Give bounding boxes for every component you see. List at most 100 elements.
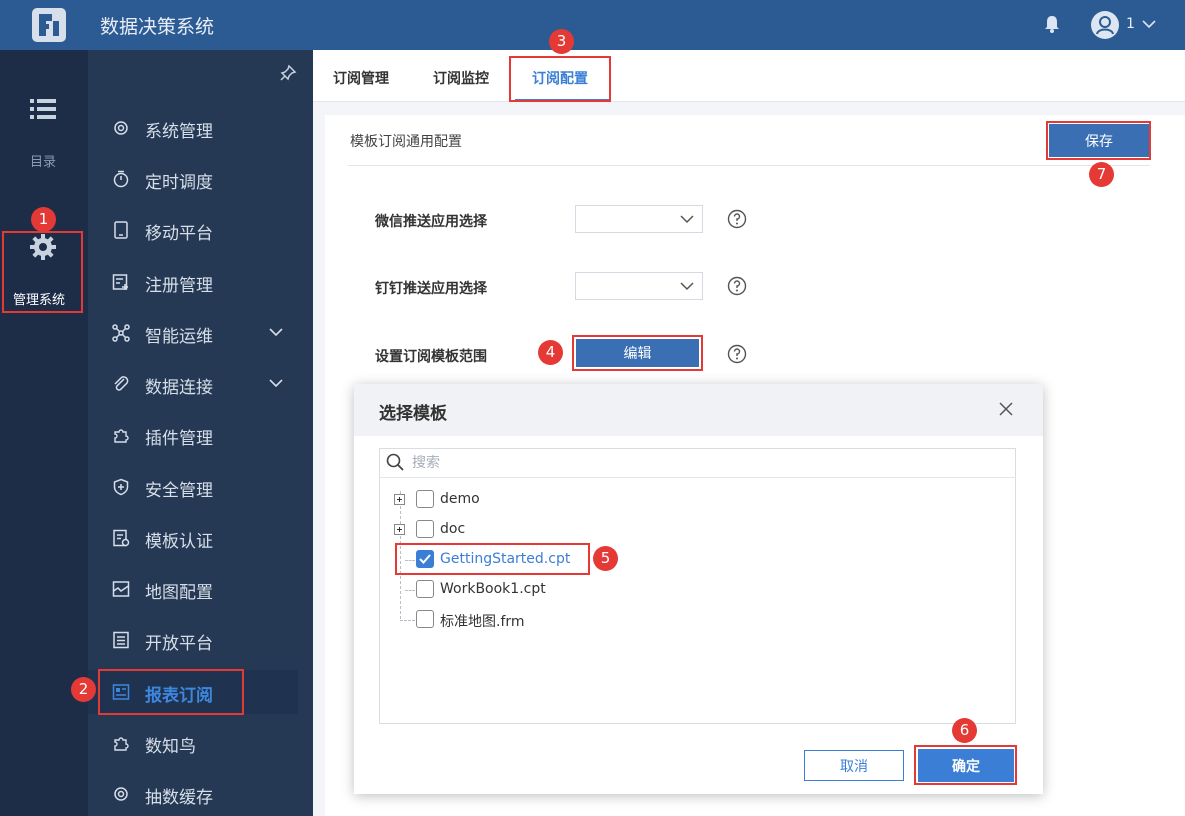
shield-icon xyxy=(113,478,129,496)
step-highlight-report-subscription xyxy=(98,669,244,715)
tree-checkbox[interactable] xyxy=(416,490,434,508)
tree-checkbox[interactable] xyxy=(416,520,434,538)
sidebar-item-label: 模板认证 xyxy=(145,532,213,552)
cancel-button[interactable]: 取消 xyxy=(804,750,904,781)
wechat-label: 微信推送应用选择 xyxy=(375,214,487,230)
dialog-title: 选择模板 xyxy=(379,404,447,424)
step-highlight-save xyxy=(1046,121,1151,160)
sidebar-item-label: 系统管理 xyxy=(145,122,213,142)
puzzle-icon xyxy=(114,737,129,751)
sidebar-item-shuzhiniao[interactable]: 数知鸟 xyxy=(88,721,313,765)
sidebar-item-schedule[interactable]: 定时调度 xyxy=(88,157,313,201)
sidebar-item-extract-cache[interactable]: 抽数缓存 xyxy=(88,772,313,816)
chevron-down-icon xyxy=(680,215,694,224)
sidebar-item-label: 移动平台 xyxy=(145,224,213,244)
step-highlight-node xyxy=(395,543,590,575)
pin-icon[interactable] xyxy=(279,64,297,82)
sidebar-item-mobile[interactable]: 移动平台 xyxy=(88,208,313,252)
tree-node-label: WorkBook1.cpt xyxy=(440,581,546,597)
sidebar-item-label: 地图配置 xyxy=(145,583,213,603)
sidebar-item-label: 数据连接 xyxy=(145,378,213,398)
step-highlight-edit xyxy=(572,335,703,371)
sidebar-item-system[interactable]: 系统管理 xyxy=(88,106,313,150)
sidebar-item-label: 定时调度 xyxy=(145,173,213,193)
chevron-down-icon xyxy=(269,379,283,388)
dingtalk-app-select[interactable] xyxy=(575,272,703,300)
gear-icon xyxy=(114,787,128,801)
help-icon[interactable] xyxy=(727,344,747,364)
sidebar-item-label: 插件管理 xyxy=(145,429,213,449)
chevron-down-icon xyxy=(269,328,283,337)
sidebar-item-label: 安全管理 xyxy=(145,481,213,501)
step-highlight-confirm xyxy=(914,745,1017,785)
sidebar-item-label: 注册管理 xyxy=(145,276,213,296)
network-icon xyxy=(112,324,130,342)
tab-subscription-monitor[interactable]: 订阅监控 xyxy=(433,68,489,88)
tree-node-doc[interactable]: doc xyxy=(394,519,594,541)
tree-node-standard-map[interactable]: 标准地图.frm xyxy=(394,609,594,631)
tree-checkbox[interactable] xyxy=(416,610,434,628)
scope-label: 设置订阅模板范围 xyxy=(375,349,487,365)
sidebar-item-data-connection[interactable]: 数据连接 xyxy=(88,362,313,406)
tree-node-demo[interactable]: demo xyxy=(394,489,594,511)
wechat-app-select[interactable] xyxy=(575,205,703,233)
sidebar-item-label: 智能运维 xyxy=(145,327,213,347)
step-badge-5: 5 xyxy=(593,546,618,571)
rail-manage-label: 管理系统 xyxy=(13,293,66,308)
step-badge-6: 6 xyxy=(952,718,977,743)
rail-menu-label[interactable]: 目录 xyxy=(30,151,56,170)
gear-icon xyxy=(30,234,56,260)
dingtalk-label: 钉钉推送应用选择 xyxy=(375,281,487,297)
sidebar-item-template-cert[interactable]: 模板认证 xyxy=(88,516,313,560)
gear-icon xyxy=(114,121,128,135)
tree-node-label: 标准地图.frm xyxy=(440,614,525,630)
tree-checkbox[interactable] xyxy=(416,580,434,598)
dialog-header xyxy=(354,384,1043,436)
help-icon[interactable] xyxy=(727,209,747,229)
close-icon[interactable] xyxy=(998,401,1014,417)
chevron-down-icon[interactable] xyxy=(1141,17,1157,31)
tree-node-label: doc xyxy=(440,521,466,537)
expand-plus-icon[interactable] xyxy=(394,524,405,535)
list-icon xyxy=(113,631,129,649)
tree-node-workbook1[interactable]: WorkBook1.cpt xyxy=(394,579,594,601)
search-input[interactable] xyxy=(412,451,1002,475)
section-title: 模板订阅通用配置 xyxy=(350,134,462,150)
user-icon xyxy=(1096,16,1114,35)
logo-icon xyxy=(32,8,66,42)
search-icon xyxy=(386,453,404,471)
timer-icon xyxy=(113,170,129,188)
help-icon[interactable] xyxy=(727,276,747,296)
expand-plus-icon[interactable] xyxy=(394,494,405,505)
tablet-icon xyxy=(114,221,128,239)
link-icon xyxy=(114,376,129,391)
sidebar-item-plugins[interactable]: 插件管理 xyxy=(88,413,313,457)
bell-icon[interactable] xyxy=(1043,14,1061,34)
sidebar-item-security[interactable]: 安全管理 xyxy=(88,465,313,509)
step-badge-1: 1 xyxy=(31,207,56,232)
step-badge-7: 7 xyxy=(1089,162,1114,187)
tree-node-label: demo xyxy=(440,491,480,507)
divider xyxy=(348,165,1150,166)
chevron-down-icon xyxy=(680,282,694,291)
app-title: 数据决策系统 xyxy=(100,16,215,38)
puzzle-icon xyxy=(114,429,129,443)
avatar[interactable] xyxy=(1091,11,1119,39)
tab-subscription-manage[interactable]: 订阅管理 xyxy=(333,68,389,88)
sidebar-item-map-config[interactable]: 地图配置 xyxy=(88,567,313,611)
step-badge-4: 4 xyxy=(538,340,563,365)
step-badge-3: 3 xyxy=(549,29,574,54)
register-icon xyxy=(112,274,128,290)
sidebar-item-label: 开放平台 xyxy=(145,634,213,654)
step-badge-2: 2 xyxy=(71,677,96,702)
menu-list-icon[interactable] xyxy=(30,98,56,120)
step-highlight-tab xyxy=(509,56,611,102)
sidebar-item-ops[interactable]: 智能运维 xyxy=(88,311,313,355)
map-icon xyxy=(112,581,130,597)
certificate-icon xyxy=(113,529,130,547)
sidebar-item-label: 数知鸟 xyxy=(145,737,196,757)
sidebar-item-label: 抽数缓存 xyxy=(145,788,213,808)
sidebar-item-open-platform[interactable]: 开放平台 xyxy=(88,618,313,662)
sidebar-item-register[interactable]: 注册管理 xyxy=(88,260,313,304)
user-name[interactable]: 1 xyxy=(1126,16,1135,32)
